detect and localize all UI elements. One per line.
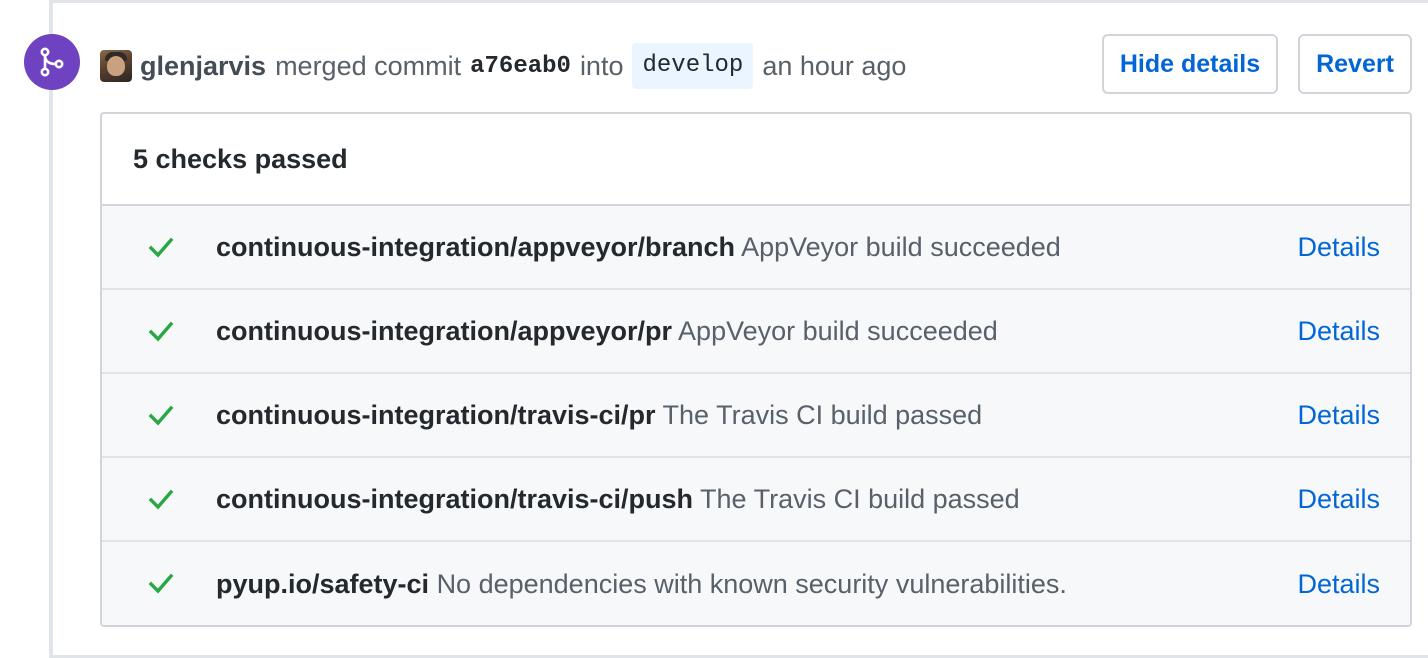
check-context: pyup.io/safety-ci (216, 568, 430, 599)
details-link[interactable]: Details (1297, 232, 1380, 263)
commit-sha-link[interactable]: a76eab0 (470, 53, 571, 80)
revert-button[interactable]: Revert (1298, 34, 1412, 94)
check-description: No dependencies with known security vuln… (436, 568, 1067, 599)
avatar[interactable] (100, 50, 132, 82)
checks-panel: 5 checks passed continuous-integration/a… (100, 112, 1412, 627)
check-icon (148, 321, 174, 342)
check-context: continuous-integration/travis-ci/pr (216, 399, 656, 430)
check-row: pyup.io/safety-ci No dependencies with k… (102, 542, 1410, 625)
check-row: continuous-integration/appveyor/pr AppVe… (102, 290, 1410, 374)
merge-badge (24, 34, 80, 90)
details-link[interactable]: Details (1297, 484, 1380, 515)
author-link[interactable]: glenjarvis (140, 51, 266, 82)
event-time[interactable]: an hour ago (762, 51, 906, 82)
check-icon (148, 489, 174, 510)
check-description: AppVeyor build succeeded (678, 315, 998, 346)
hide-details-button[interactable]: Hide details (1102, 34, 1278, 94)
check-row: continuous-integration/travis-ci/pr The … (102, 374, 1410, 458)
into-label: into (579, 50, 624, 81)
check-description: The Travis CI build passed (662, 399, 983, 430)
check-context: continuous-integration/appveyor/branch (216, 231, 736, 262)
details-link[interactable]: Details (1297, 400, 1380, 431)
merge-event-header: glenjarvis merged commit a76eab0 into de… (100, 40, 906, 92)
event-action: merged commit (275, 50, 462, 81)
check-context: continuous-integration/appveyor/pr (216, 315, 673, 346)
check-context: continuous-integration/travis-ci/push (216, 483, 694, 514)
check-row: continuous-integration/appveyor/branch A… (102, 206, 1410, 290)
check-description: AppVeyor build succeeded (741, 231, 1061, 262)
check-icon (148, 573, 174, 594)
check-description: The Travis CI build passed (700, 483, 1020, 514)
timeline-top-border (49, 0, 1428, 3)
details-link[interactable]: Details (1297, 569, 1380, 600)
details-link[interactable]: Details (1297, 316, 1380, 347)
check-icon (148, 237, 174, 258)
branch-name[interactable]: develop (632, 43, 754, 89)
check-row: continuous-integration/travis-ci/push Th… (102, 458, 1410, 542)
check-icon (148, 405, 174, 426)
git-merge-icon (40, 47, 64, 77)
checks-summary: 5 checks passed (102, 114, 1410, 206)
timeline-line (49, 0, 53, 658)
